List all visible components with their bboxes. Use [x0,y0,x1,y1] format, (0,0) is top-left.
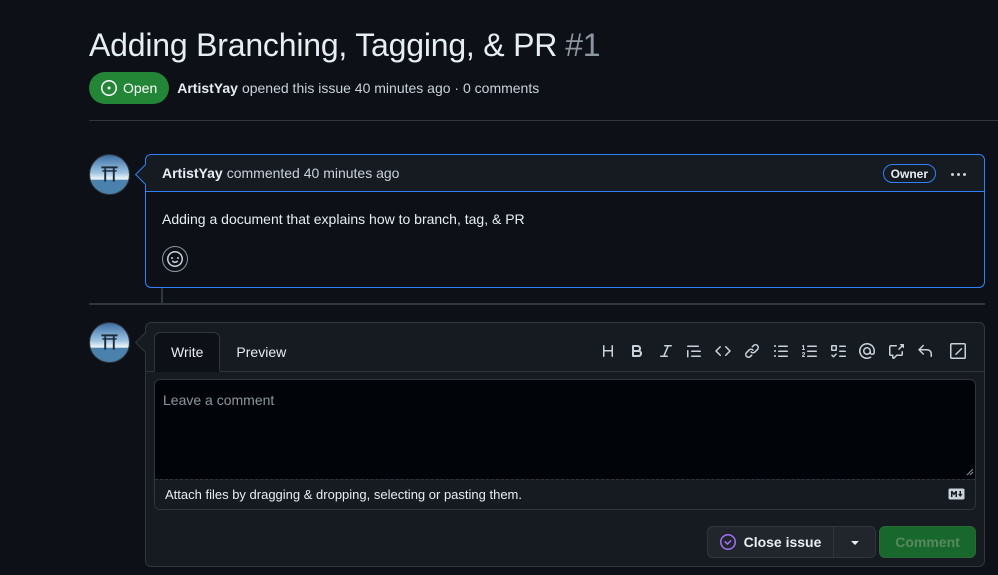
new-comment-editor: Write Preview Attach files by dragging &… [145,322,985,567]
issue-title: Adding Branching, Tagging, & PR #1 [89,27,601,64]
triangle-down-icon [850,541,859,545]
close-issue-button-group: Close issue [707,526,876,558]
reply-icon[interactable] [910,339,939,363]
current-user-avatar[interactable] [89,322,130,363]
add-reaction-button[interactable] [162,246,188,272]
comment-textarea-wrapper: Attach files by dragging & dropping, sel… [154,379,976,510]
tab-preview[interactable]: Preview [220,332,302,372]
markdown-toolbar [594,339,972,363]
smiley-icon [167,251,183,267]
close-options-dropdown[interactable] [834,527,875,557]
issue-meta: Open ArtistYay opened this issue 40 minu… [89,72,539,104]
comment-author-link[interactable]: ArtistYay [162,165,223,181]
close-issue-button[interactable]: Close issue [708,527,834,557]
code-icon[interactable] [709,339,738,363]
issue-opened-icon [101,80,117,96]
cross-reference-icon[interactable] [882,339,911,363]
issue-state-badge: Open [89,72,170,104]
quote-icon[interactable] [680,339,709,363]
comment-button[interactable]: Comment [879,526,976,558]
close-issue-label: Close issue [743,534,822,550]
comment-options-icon[interactable] [946,164,970,184]
comment-author-avatar[interactable] [89,154,130,195]
header-divider [89,120,998,121]
comment-textarea[interactable] [155,380,975,479]
tab-write[interactable]: Write [154,332,221,372]
editor-tabs: Write Preview [154,332,302,372]
mention-icon[interactable] [853,339,882,363]
bold-icon[interactable] [622,339,651,363]
ordered-list-icon[interactable] [795,339,824,363]
owner-badge: Owner [882,164,936,183]
timeline-connector [161,288,163,304]
avatar-image [90,323,129,362]
issue-number: #1 [565,27,601,63]
issue-opened-text: opened this issue 40 minutes ago · 0 com… [241,80,540,96]
attach-files-bar[interactable]: Attach files by dragging & dropping, sel… [155,479,975,509]
heading-icon[interactable] [594,339,623,363]
task-list-icon[interactable] [824,339,853,363]
comment-timestamp[interactable]: commented 40 minutes ago [227,165,400,181]
avatar-image [90,155,129,194]
issue-author-link[interactable]: ArtistYay [177,80,238,96]
comment-body: Adding a document that explains how to b… [162,211,525,227]
markdown-icon[interactable] [948,488,965,500]
link-icon[interactable] [738,339,767,363]
resize-handle-icon[interactable] [964,466,974,476]
italic-icon[interactable] [651,339,680,363]
timeline-divider [89,303,985,305]
slash-command-icon[interactable] [943,339,972,363]
issue-title-text: Adding Branching, Tagging, & PR [89,27,558,63]
comment-header: ArtistYay commented 40 minutes ago Owner [146,155,984,192]
attach-files-label: Attach files by dragging & dropping, sel… [165,487,522,502]
tab-divider [146,371,984,372]
issue-closed-icon [719,534,736,550]
issue-state-label: Open [123,80,158,96]
issue-comment: ArtistYay commented 40 minutes ago Owner… [145,154,985,288]
unordered-list-icon[interactable] [766,339,795,363]
